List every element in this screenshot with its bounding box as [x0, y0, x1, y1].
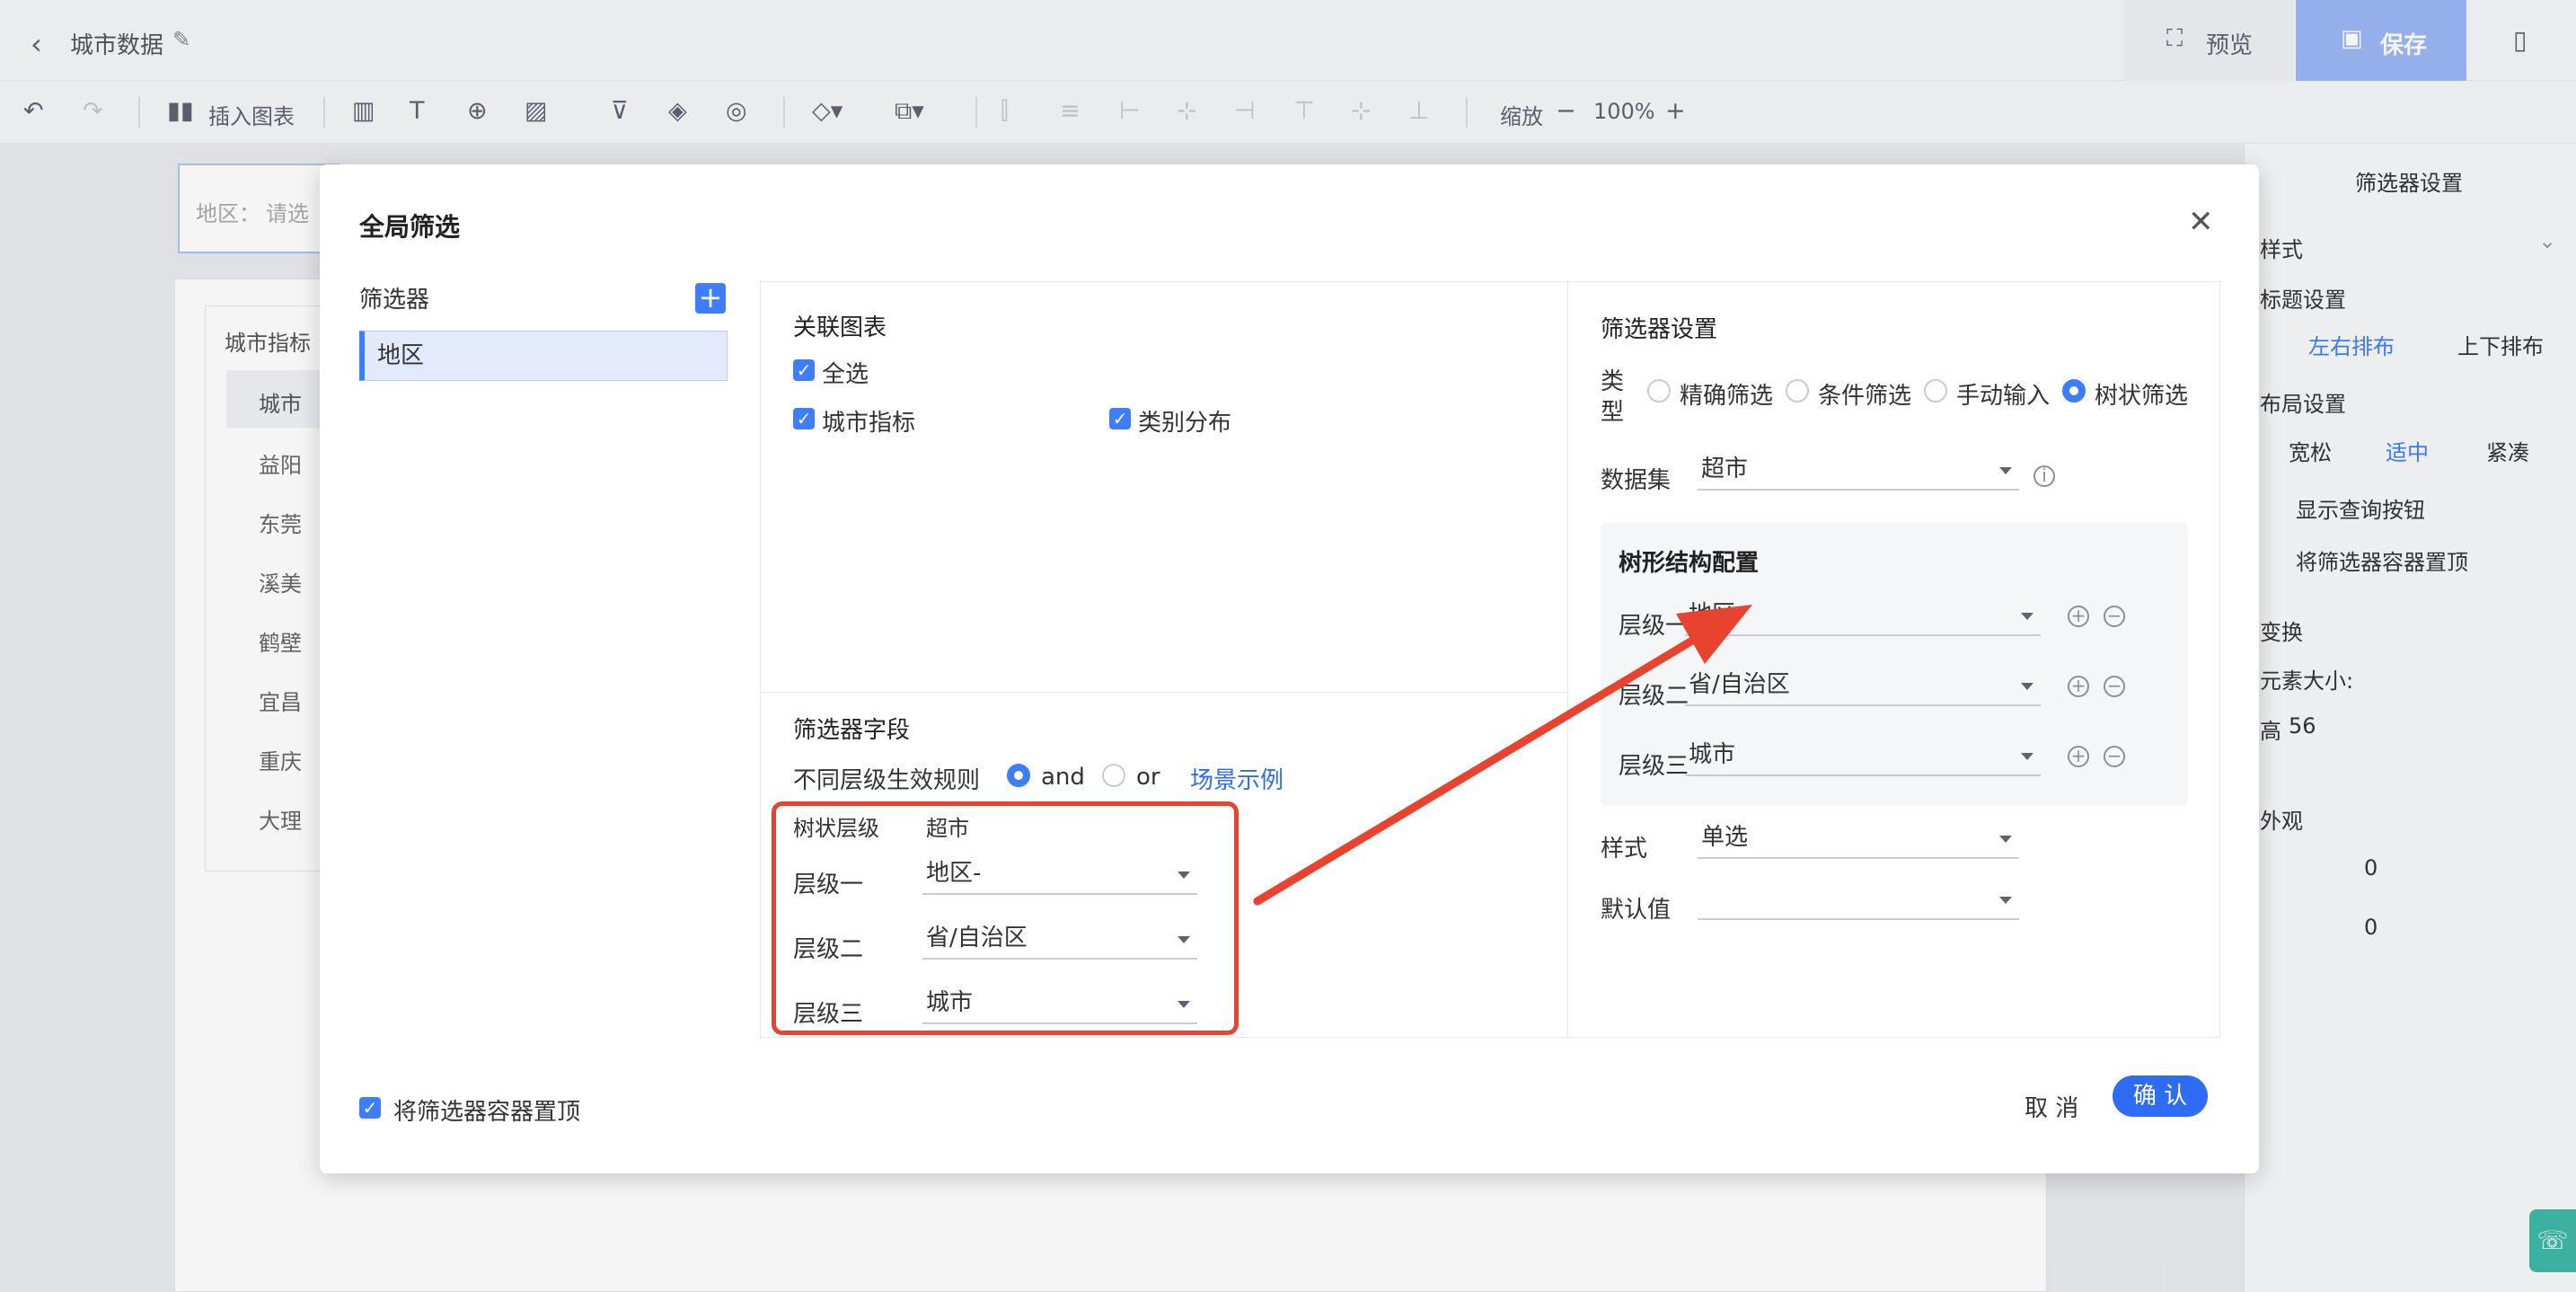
- pin-top-checkbox[interactable]: ✓: [359, 1097, 381, 1119]
- confirm-button[interactable]: 确 认: [2113, 1075, 2208, 1117]
- cancel-button[interactable]: 取 消: [2025, 1090, 2078, 1123]
- pin-top-label: 将筛选器容器置顶: [393, 1099, 581, 1126]
- global-filter-dialog: 全局筛选 ✕ 筛选器 + 地区 关联图表 ✓ 全选 ✓ 城市指标 ✓ 类别分布 …: [320, 164, 2259, 1173]
- annotation-arrow: [1253, 605, 1752, 906]
